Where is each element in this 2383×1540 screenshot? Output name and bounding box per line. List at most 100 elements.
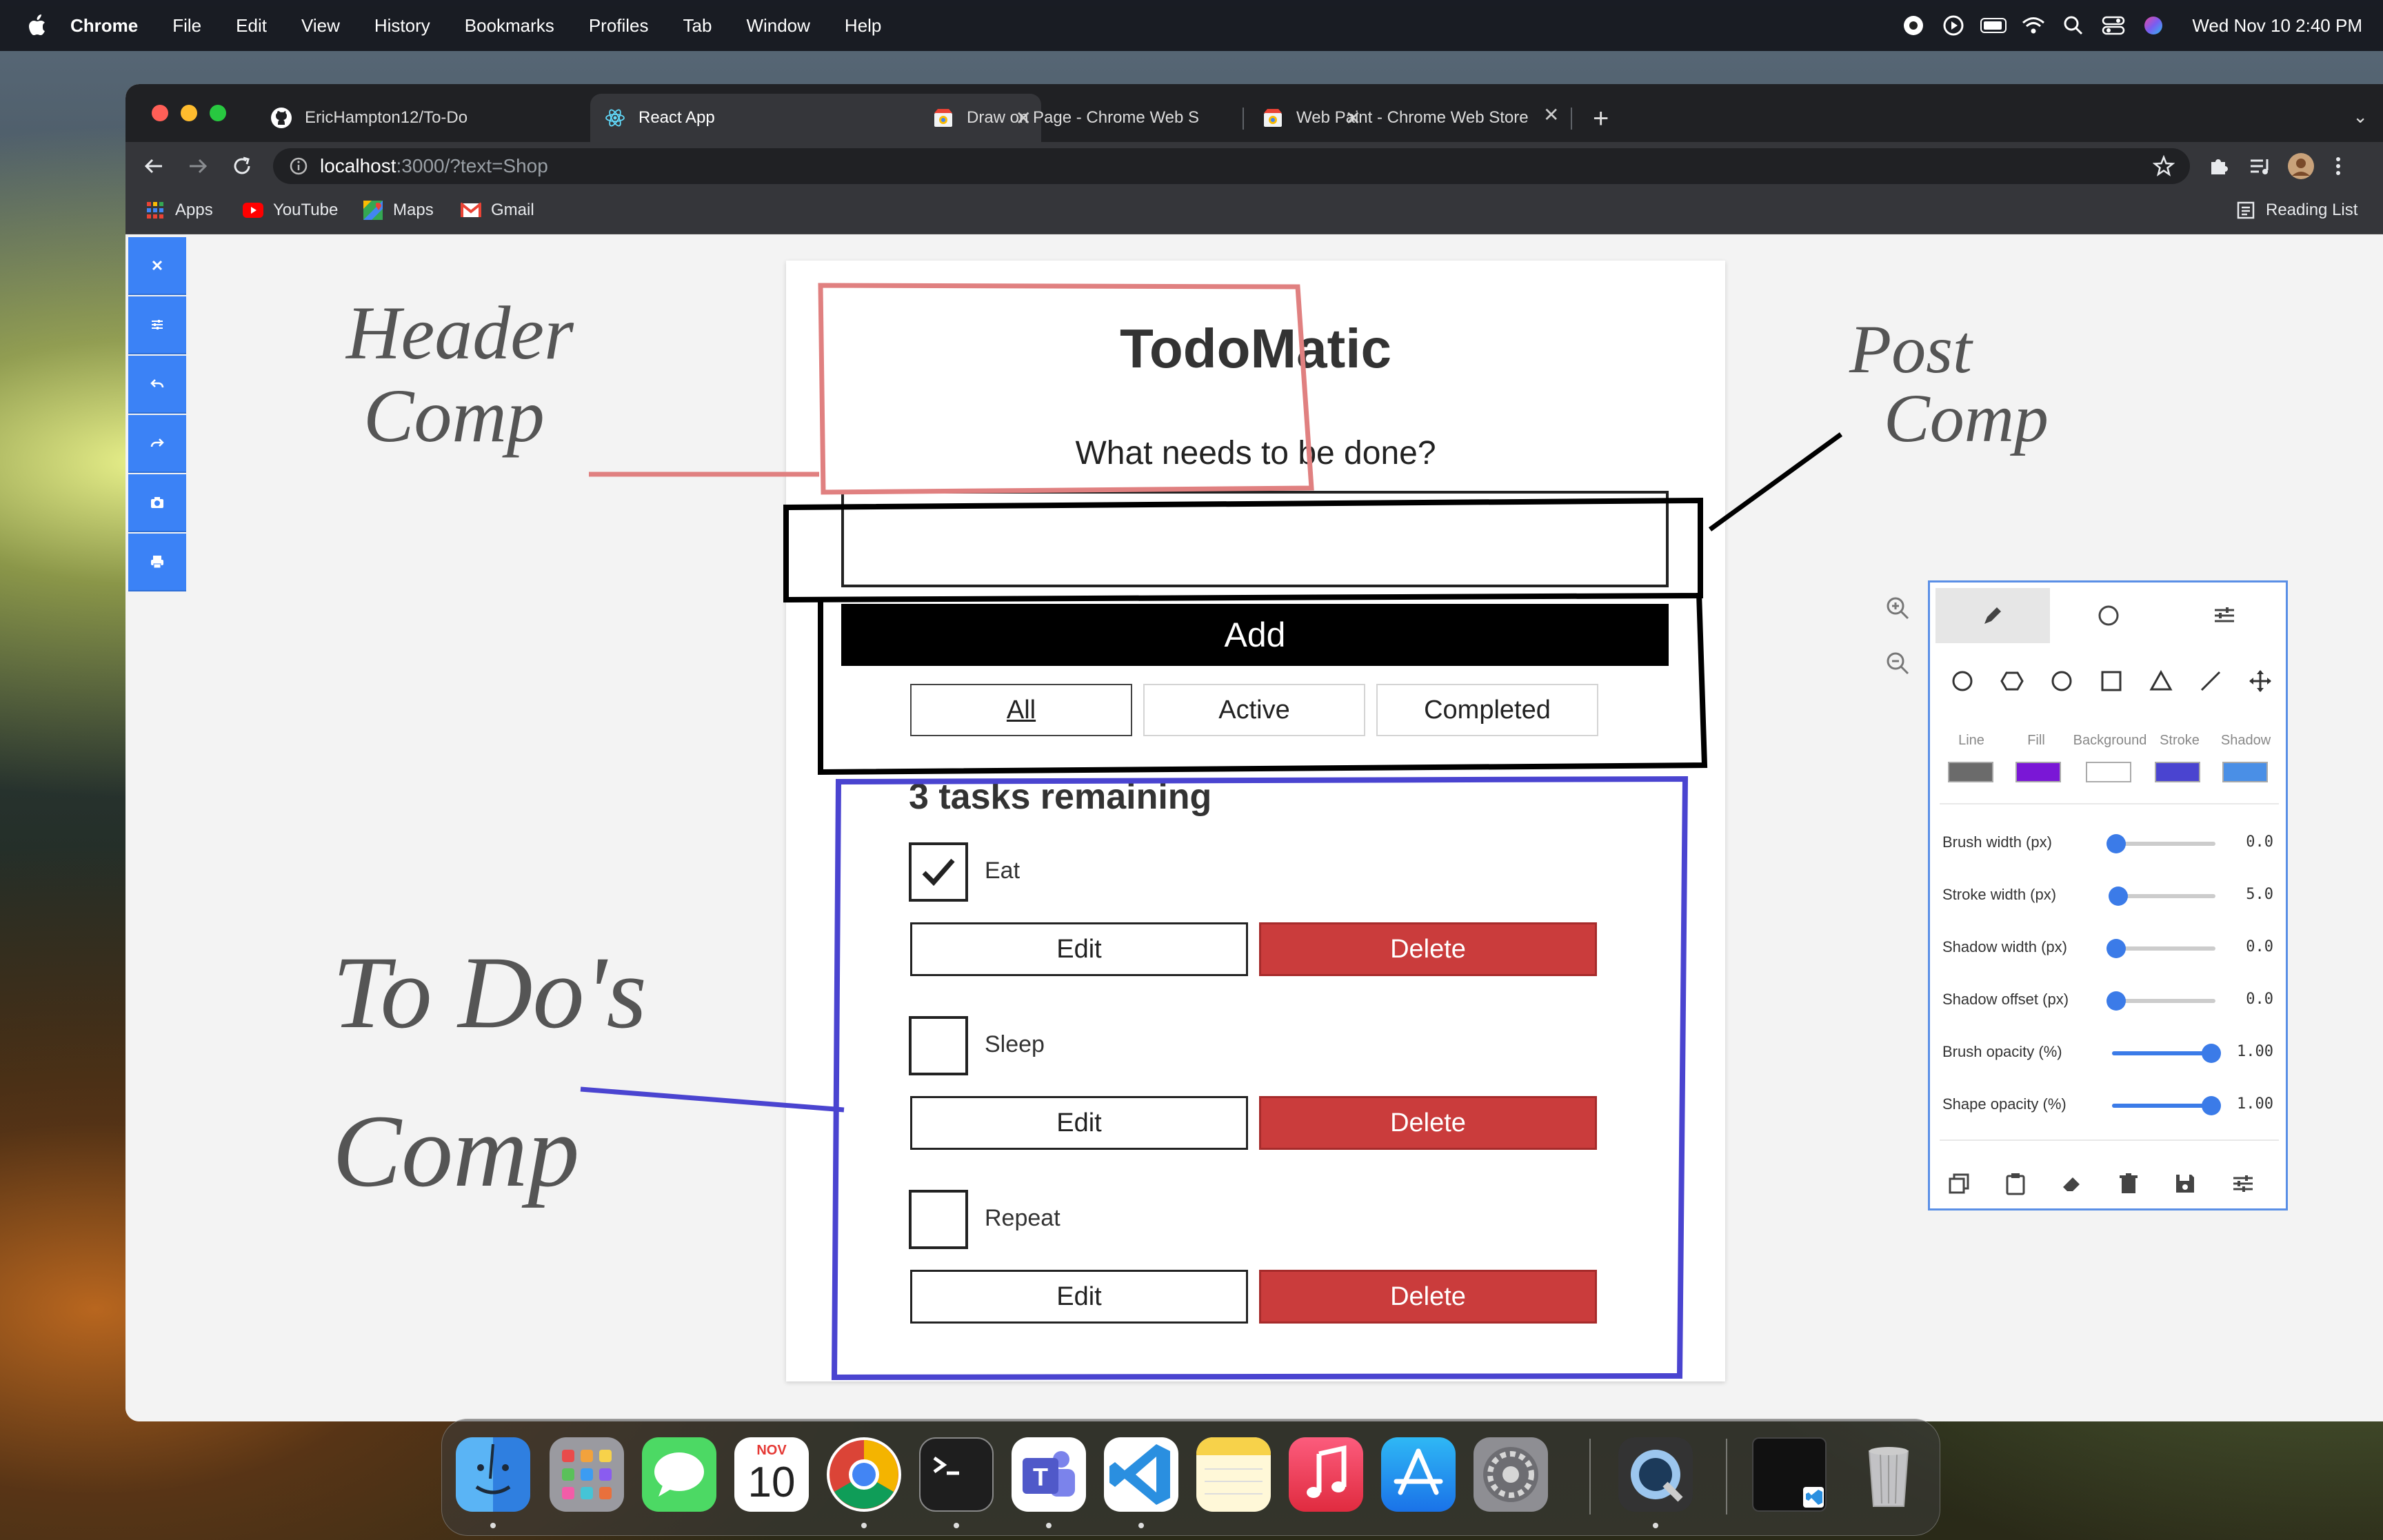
more-menu-icon[interactable] <box>2324 152 2353 181</box>
system-preferences-icon[interactable] <box>1474 1437 1548 1512</box>
battery-icon[interactable] <box>1980 12 2007 39</box>
task-checkbox-eat[interactable] <box>909 842 968 902</box>
delete-button[interactable]: Delete <box>1259 922 1597 976</box>
zoom-out-icon[interactable] <box>1884 649 1911 677</box>
menu-view[interactable]: View <box>301 15 340 37</box>
slider-knob[interactable] <box>2107 834 2126 853</box>
settings-tab[interactable] <box>2167 588 2282 643</box>
stroke-color-swatch[interactable] <box>2155 762 2200 782</box>
menu-clock[interactable]: Wed Nov 10 2:40 PM <box>2192 15 2362 37</box>
menu-file[interactable]: File <box>172 15 201 37</box>
delete-button[interactable]: Delete <box>1259 1096 1597 1150</box>
url-text[interactable]: localhost:3000/?text=Shop <box>320 155 548 177</box>
slider-track[interactable] <box>2108 886 2215 906</box>
extensions-icon[interactable] <box>2204 152 2233 181</box>
search-icon[interactable] <box>2060 12 2087 39</box>
hexagon-shape-icon[interactable] <box>1995 664 2029 698</box>
edit-button[interactable]: Edit <box>910 922 1248 976</box>
app-store-icon[interactable] <box>1381 1437 1456 1512</box>
slider-knob[interactable] <box>2107 939 2126 958</box>
edit-button[interactable]: Edit <box>910 1270 1248 1324</box>
slider-track[interactable] <box>2107 939 2215 958</box>
add-button[interactable]: Add <box>841 604 1669 666</box>
menu-tab[interactable]: Tab <box>683 15 712 37</box>
slider-track[interactable] <box>2107 991 2215 1011</box>
teams-icon[interactable]: T <box>1012 1437 1086 1512</box>
circle-shape-icon[interactable] <box>1945 664 1980 698</box>
task-checkbox-sleep[interactable] <box>909 1016 968 1075</box>
filter-active-button[interactable]: Active <box>1143 684 1365 736</box>
slider-knob[interactable] <box>2108 886 2128 906</box>
finder-icon[interactable] <box>456 1437 530 1512</box>
media-control-icon[interactable] <box>2245 152 2274 181</box>
maximize-window-button[interactable] <box>210 105 226 121</box>
vscode-icon[interactable] <box>1104 1437 1178 1512</box>
site-info-icon[interactable] <box>288 156 309 176</box>
window-preview-icon[interactable] <box>1752 1437 1827 1512</box>
slider-knob[interactable] <box>2107 991 2126 1011</box>
square-shape-icon[interactable] <box>2094 664 2129 698</box>
move-icon[interactable] <box>2243 664 2278 698</box>
messages-icon[interactable] <box>642 1437 716 1512</box>
trash-icon[interactable] <box>1851 1437 1926 1512</box>
new-todo-input[interactable] <box>841 491 1669 587</box>
fill-color-swatch[interactable] <box>2015 762 2061 782</box>
delete-button[interactable]: Delete <box>1259 1270 1597 1324</box>
bookmark-gmail[interactable]: Gmail <box>461 200 534 221</box>
minimize-window-button[interactable] <box>181 105 197 121</box>
menu-help[interactable]: Help <box>845 15 881 37</box>
quicktime-icon[interactable] <box>1618 1437 1693 1512</box>
slider-track[interactable] <box>2107 834 2215 853</box>
line-shape-icon[interactable] <box>2193 664 2228 698</box>
notes-icon[interactable] <box>1196 1437 1271 1512</box>
wifi-icon[interactable] <box>2020 12 2047 39</box>
back-icon[interactable] <box>139 152 168 181</box>
menu-app-name[interactable]: Chrome <box>70 15 138 37</box>
screen-record-icon[interactable] <box>1900 12 1927 39</box>
menu-edit[interactable]: Edit <box>236 15 267 37</box>
background-color-swatch[interactable] <box>2086 762 2131 782</box>
bookmark-star-icon[interactable] <box>2152 154 2175 181</box>
new-tab-button[interactable]: + <box>1593 103 1609 134</box>
drawing-settings-button[interactable] <box>128 296 186 354</box>
shape-tab[interactable] <box>2051 588 2166 643</box>
menu-window[interactable]: Window <box>746 15 810 37</box>
save-icon[interactable] <box>2171 1170 2199 1197</box>
eraser-icon[interactable] <box>2058 1170 2086 1197</box>
menu-history[interactable]: History <box>374 15 430 37</box>
triangle-shape-icon[interactable] <box>2144 664 2178 698</box>
paste-icon[interactable] <box>2002 1170 2029 1197</box>
bookmark-youtube[interactable]: YouTube <box>243 200 338 221</box>
terminal-icon[interactable] <box>919 1437 994 1512</box>
reading-list-button[interactable]: Reading List <box>2235 200 2357 221</box>
menu-profiles[interactable]: Profiles <box>589 15 649 37</box>
screenshot-camera-icon[interactable] <box>128 474 186 532</box>
address-bar[interactable]: localhost:3000/?text=Shop <box>273 148 2190 184</box>
slider-track[interactable] <box>2112 1044 2221 1063</box>
line-color-swatch[interactable] <box>1948 762 1993 782</box>
slider-knob[interactable] <box>2202 1096 2221 1115</box>
panel-settings-icon[interactable] <box>2229 1170 2257 1197</box>
shadow-color-swatch[interactable] <box>2222 762 2268 782</box>
task-checkbox-repeat[interactable] <box>909 1190 968 1249</box>
launchpad-icon[interactable] <box>550 1437 624 1512</box>
play-icon[interactable] <box>1940 12 1967 39</box>
copy-icon[interactable] <box>1945 1170 1973 1197</box>
brush-tab[interactable] <box>1935 588 2050 643</box>
filter-completed-button[interactable]: Completed <box>1376 684 1598 736</box>
calendar-icon[interactable]: NOV 10 <box>734 1437 809 1512</box>
filter-all-button[interactable]: All <box>910 684 1132 736</box>
ellipse-shape-icon[interactable] <box>2044 664 2079 698</box>
chrome-icon[interactable] <box>827 1437 901 1512</box>
slider-knob[interactable] <box>2202 1044 2221 1063</box>
zoom-in-icon[interactable] <box>1884 594 1911 622</box>
siri-icon[interactable] <box>2140 12 2167 39</box>
forward-icon[interactable] <box>183 152 212 181</box>
print-icon[interactable] <box>128 534 186 591</box>
control-center-icon[interactable] <box>2100 12 2127 39</box>
undo-icon[interactable] <box>128 356 186 414</box>
bookmark-apps[interactable]: Apps <box>145 200 213 221</box>
apple-icon[interactable] <box>26 14 47 37</box>
music-icon[interactable] <box>1289 1437 1363 1512</box>
redo-icon[interactable] <box>128 415 186 473</box>
